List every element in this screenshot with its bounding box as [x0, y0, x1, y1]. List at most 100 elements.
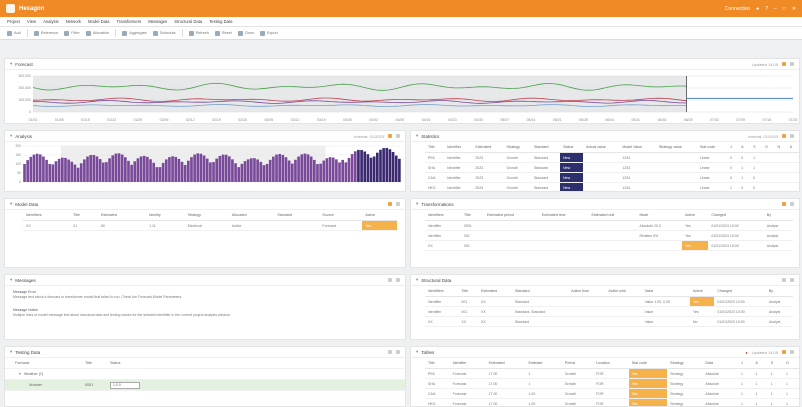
bar[interactable] — [130, 164, 133, 182]
column-header[interactable]: Location — [593, 358, 629, 369]
bar[interactable] — [363, 151, 367, 182]
column-header[interactable]: Title — [70, 210, 98, 221]
column-header[interactable]: Active — [362, 210, 397, 221]
column-header[interactable]: Estimated unit — [588, 210, 637, 221]
bar[interactable] — [146, 156, 149, 182]
bar[interactable] — [347, 157, 351, 182]
menu-item[interactable]: Testing Data — [209, 19, 232, 24]
table-row[interactable]: SHA Forecast 17.00 1 Growth FOR Yes Strategy Abs… — [425, 378, 799, 389]
bar[interactable] — [281, 154, 285, 182]
bar[interactable] — [105, 162, 108, 182]
bar[interactable] — [133, 161, 137, 182]
bar[interactable] — [61, 157, 64, 182]
table-row[interactable]: Identifier 001 XX Standard Value 1.00, 0.00 Y… — [425, 296, 793, 307]
column-header[interactable]: Changed — [714, 286, 766, 297]
bar[interactable] — [294, 159, 297, 182]
toolbar-button[interactable]: Clear — [237, 30, 254, 36]
table-row[interactable]: Identifier 0001 Absolute 20.0 Yes 01/01/2023… — [425, 220, 793, 231]
bar[interactable] — [76, 167, 80, 182]
bar[interactable] — [325, 158, 329, 182]
column-header[interactable]: Strategy — [667, 358, 703, 369]
bar[interactable] — [32, 154, 36, 182]
bar[interactable] — [51, 164, 55, 182]
bar[interactable] — [180, 161, 184, 182]
table-row[interactable]: HKG Identifier 2023 Growth Standard New 1234 Li… — [425, 182, 799, 191]
analysis-chart[interactable]: 200 150 100 50 0 — [5, 142, 405, 192]
bar[interactable] — [111, 155, 115, 182]
bar[interactable] — [290, 163, 294, 182]
bar[interactable] — [29, 156, 33, 182]
bar[interactable] — [142, 155, 146, 182]
bar[interactable] — [70, 161, 74, 182]
column-header[interactable]: Source — [319, 210, 363, 221]
collapse-icon[interactable]: ▾ — [10, 61, 12, 67]
bar[interactable] — [67, 159, 70, 182]
column-header[interactable]: Active — [682, 210, 709, 221]
menu-item[interactable]: Model Data — [88, 19, 109, 24]
bar[interactable] — [357, 149, 360, 182]
column-header[interactable]: A — [752, 358, 768, 369]
bar[interactable] — [224, 154, 228, 182]
table-row[interactable]: Identifier 001 XX Standard, Standard Value Ye… — [425, 306, 793, 317]
bar[interactable] — [158, 167, 162, 182]
bar[interactable] — [398, 158, 401, 182]
bar[interactable] — [319, 163, 322, 182]
bar[interactable] — [250, 158, 253, 182]
help-icon[interactable]: ? — [765, 6, 768, 12]
column-header[interactable]: Active from — [568, 286, 606, 297]
bar[interactable] — [205, 158, 209, 182]
tree-item-row[interactable]: Number 0001 1.0.0 — [5, 380, 405, 391]
column-header[interactable]: Estimated — [97, 210, 147, 221]
column-header[interactable]: Estimated — [478, 286, 513, 297]
column-header[interactable]: Estimate — [525, 358, 562, 369]
bar[interactable] — [275, 154, 278, 182]
settings-icon[interactable] — [782, 62, 786, 66]
minimize-icon[interactable]: – — [774, 6, 777, 12]
bar[interactable] — [268, 159, 272, 182]
table-row[interactable]: HKG Forecast 17.00 1.00 Growth FOR Yes Strategy… — [425, 398, 799, 406]
collapse-icon[interactable]: ▾ — [10, 277, 12, 283]
bar[interactable] — [341, 159, 344, 182]
menu-item[interactable]: Messages — [148, 19, 167, 24]
column-header[interactable]: Strategy — [503, 142, 531, 153]
expand-icon[interactable] — [396, 350, 400, 354]
forecast-chart[interactable]: 300,000 200,000 100,000 0 01/01 01/08 01/15 01/… — [5, 70, 799, 124]
bar[interactable] — [256, 159, 259, 182]
bar[interactable] — [152, 162, 155, 182]
bar[interactable] — [350, 154, 354, 182]
bar[interactable] — [92, 154, 96, 182]
bar[interactable] — [272, 156, 275, 182]
settings-icon[interactable] — [782, 134, 786, 138]
column-header[interactable]: Title — [425, 358, 450, 369]
bar[interactable] — [313, 159, 316, 182]
column-header[interactable]: Status — [560, 142, 584, 153]
bar[interactable] — [196, 153, 200, 182]
bar[interactable] — [177, 158, 181, 182]
bar[interactable] — [89, 155, 92, 182]
bar[interactable] — [193, 154, 196, 182]
collapse-icon[interactable]: ▾ — [10, 201, 12, 207]
toolbar-button[interactable]: Reference — [33, 30, 58, 36]
column-header[interactable]: Estimated time — [538, 210, 589, 221]
bar[interactable] — [306, 154, 310, 182]
bar[interactable] — [120, 154, 124, 182]
column-header[interactable]: Identity — [146, 210, 185, 221]
notification-icon[interactable]: ● — [756, 6, 759, 12]
menu-item[interactable]: Project — [7, 19, 20, 24]
maximize-icon[interactable]: □ — [783, 6, 786, 12]
bar[interactable] — [259, 161, 263, 182]
toolbar-button[interactable]: Aggregate — [122, 30, 147, 36]
bar[interactable] — [161, 162, 165, 182]
bar[interactable] — [42, 156, 45, 182]
bar[interactable] — [369, 157, 373, 182]
toolbar-button[interactable]: Schedule — [152, 30, 176, 36]
collapse-icon[interactable]: ▾ — [416, 277, 418, 283]
settings-icon[interactable] — [388, 134, 392, 138]
chevron-down-icon[interactable]: ▾ — [19, 372, 21, 376]
expand-icon[interactable] — [790, 62, 794, 66]
close-icon[interactable]: ✕ — [792, 6, 796, 12]
column-header[interactable]: A — [738, 142, 751, 153]
column-header[interactable]: Stat code — [696, 142, 727, 153]
toolbar-button[interactable]: Add — [7, 30, 21, 36]
expand-icon[interactable] — [790, 134, 794, 138]
